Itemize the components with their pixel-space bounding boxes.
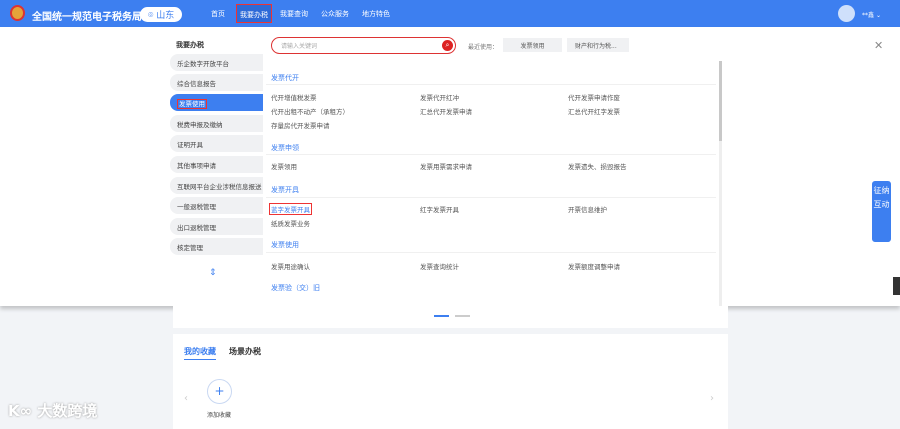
section-title: 发票验（交）旧 (271, 284, 320, 292)
user-name: **鑫 (862, 12, 875, 19)
tab-favorites[interactable]: 我的收藏 (184, 346, 216, 360)
interaction-float-button[interactable]: 征纳互动 (872, 181, 891, 242)
divider (266, 84, 716, 85)
sidebar-item[interactable]: 一般退税管理 (170, 197, 263, 214)
search-input[interactable]: 请输入关键词 ⌕ (271, 37, 456, 54)
chevron-right-icon[interactable]: › (710, 393, 714, 404)
watermark: K∞ 大数跨境 (8, 402, 98, 420)
sidebar-item[interactable]: 出口退税管理 (170, 218, 263, 235)
menu-link[interactable]: 发票用票需求申请 (420, 161, 472, 171)
menu-link[interactable]: 发票代开红冲 (420, 92, 459, 102)
menu-link-highlighted[interactable]: 蓝字发票开具 (269, 203, 312, 215)
watermark-text: 大数跨境 (37, 402, 98, 420)
site-title: 全国统一规范电子税务局 (32, 12, 142, 23)
sidebar-item-label: 发票使用 (177, 99, 207, 109)
chevron-down-icon: ⌄ (875, 12, 881, 19)
sidebar-item[interactable]: 税费申报及缴纳 (170, 115, 263, 132)
carousel-dot[interactable] (455, 315, 470, 317)
sidebar-item[interactable]: 其他事项申请 (170, 156, 263, 173)
menu-link[interactable]: 开票信息维护 (568, 204, 607, 214)
sidebar-title: 我要办税 (176, 41, 204, 49)
menu-link[interactable]: 代开增值税发票 (271, 92, 317, 102)
sidebar-item[interactable]: 综合信息报告 (170, 74, 263, 91)
section-title: 发票开具 (271, 186, 299, 194)
chevron-left-icon[interactable]: ‹ (184, 393, 188, 404)
sidebar-item[interactable]: 乐企数字开放平台 (170, 54, 263, 71)
menu-panel: 我要办税 乐企数字开放平台 综合信息报告 发票使用 税费申报及缴纳 证明开具 其… (0, 27, 900, 323)
menu-link[interactable]: 红字发票开具 (420, 204, 459, 214)
nav-public-service[interactable]: 公众服务 (321, 9, 349, 19)
province-selector[interactable]: ⌾ 山东 (140, 7, 183, 22)
top-header: 全国统一规范电子税务局 ⌾ 山东 首页 我要办税 我要查询 公众服务 地方特色 … (0, 0, 900, 27)
close-icon[interactable]: ✕ (874, 39, 883, 52)
carousel-card (173, 306, 728, 328)
section-title: 发票使用 (271, 241, 299, 249)
menu-link[interactable]: 发票额度调整申请 (568, 261, 620, 271)
nav-local-features[interactable]: 地方特色 (362, 9, 390, 19)
menu-link[interactable]: 存量房代开发票申请 (271, 120, 330, 130)
menu-link[interactable]: 代开出租不动产（承租方） (271, 106, 349, 116)
divider (266, 197, 716, 198)
menu-link[interactable]: 代开发票申请作废 (568, 92, 620, 102)
section-title: 发票申领 (271, 144, 299, 152)
user-menu[interactable]: **鑫 ⌄ (862, 10, 881, 19)
menu-link[interactable]: 发票领用 (271, 161, 297, 171)
menu-link[interactable]: 纸质发票业务 (271, 218, 310, 228)
menu-link[interactable]: 汇总代开发票申请 (420, 106, 472, 116)
sidebar-item-selected[interactable]: 发票使用 (170, 94, 263, 111)
sidebar-item[interactable]: 证明开具 (170, 135, 263, 152)
recent-label: 最近使用： (468, 44, 499, 51)
recent-item[interactable]: 财产和行为税... (567, 38, 629, 52)
add-favorite-label: 添加收藏 (207, 412, 232, 419)
nav-tax-handling[interactable]: 我要办税 (236, 4, 272, 23)
carousel-dot-active[interactable] (434, 315, 449, 317)
menu-link[interactable]: 汇总代开红字发票 (568, 106, 620, 116)
recent-item[interactable]: 发票领用 (503, 38, 562, 52)
tab-scenario[interactable]: 场景办税 (229, 346, 261, 357)
scroll-arrows-icon[interactable]: ⇕ (209, 268, 217, 278)
divider (266, 154, 716, 155)
sidebar-item[interactable]: 核定管理 (170, 238, 263, 255)
scrollbar-thumb[interactable] (719, 61, 722, 141)
tax-emblem-logo (10, 5, 25, 21)
add-favorite-button[interactable]: + (207, 379, 232, 404)
avatar[interactable] (838, 5, 855, 22)
search-icon[interactable]: ⌕ (442, 40, 453, 51)
province-label: 山东 (156, 11, 175, 21)
side-handle[interactable] (893, 277, 900, 295)
nav-home[interactable]: 首页 (211, 9, 225, 19)
sidebar-item[interactable]: 互联网平台企业涉税信息报送 (170, 177, 263, 194)
section-title: 发票代开 (271, 74, 299, 82)
nav-query[interactable]: 我要查询 (280, 9, 308, 19)
menu-link[interactable]: 发票查询统计 (420, 261, 459, 271)
menu-link[interactable]: 发票用途确认 (271, 261, 310, 271)
search-placeholder: 请输入关键词 (281, 43, 318, 50)
menu-link[interactable]: 发票遗失、损毁报告 (568, 161, 627, 171)
divider (266, 252, 716, 253)
